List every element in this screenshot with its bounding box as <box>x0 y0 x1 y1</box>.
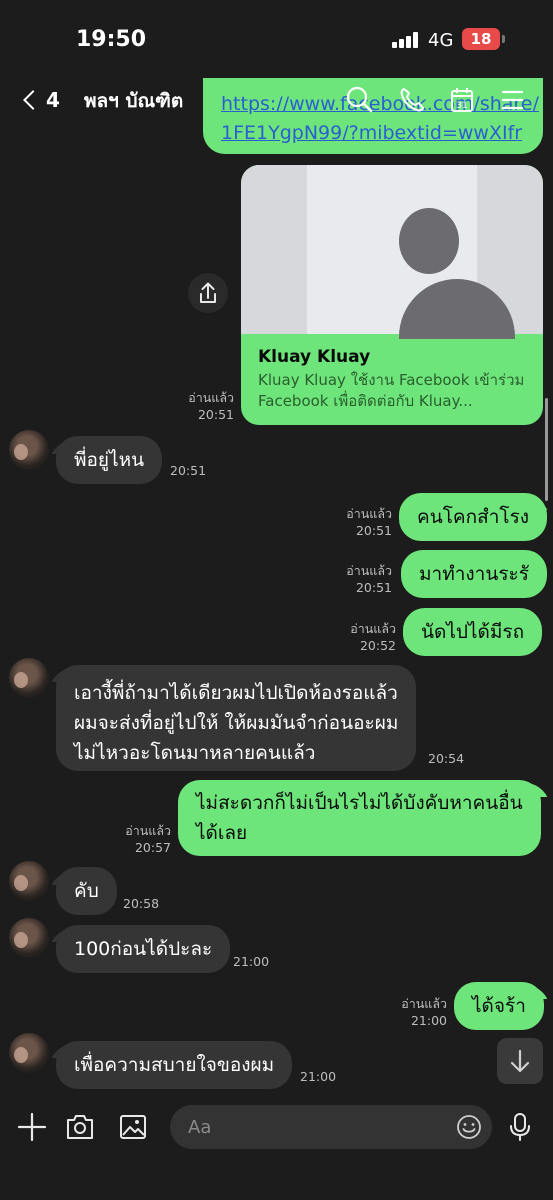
calendar-button[interactable]: 31 <box>444 82 480 118</box>
read-receipt: อ่านแล้ว 21:00 <box>401 996 447 1028</box>
chevron-left-icon <box>23 90 43 110</box>
plus-icon <box>17 1112 47 1142</box>
scroll-to-bottom-button[interactable] <box>497 1038 543 1084</box>
avatar[interactable] <box>9 861 49 901</box>
gallery-button[interactable] <box>116 1110 150 1144</box>
add-button[interactable] <box>15 1110 49 1144</box>
incoming-message[interactable]: เอางี้พี่ถ้ามาได้เดียวผมไปเปิดห้องรอแล้ว… <box>56 665 417 771</box>
message-input-container[interactable] <box>170 1105 492 1149</box>
message-time: 21:00 <box>233 954 270 969</box>
hamburger-menu-icon <box>501 90 524 110</box>
network-type: 4G <box>428 30 454 51</box>
chat-screen: https://www.facebook.com/share/ 1FE1YgpN… <box>0 0 553 1200</box>
share-icon <box>200 282 216 303</box>
image-icon <box>120 1115 146 1139</box>
signal-icon <box>392 32 420 48</box>
calendar-icon: 31 <box>451 88 473 112</box>
avatar[interactable] <box>9 918 49 958</box>
profile-placeholder-body <box>399 279 515 339</box>
voice-button[interactable] <box>503 1110 537 1144</box>
outgoing-message[interactable]: นัดไปได้มีรถ <box>403 608 543 656</box>
input-bar <box>0 1094 553 1200</box>
back-button[interactable]: 4 <box>18 82 60 118</box>
status-bar: 19:50 4G 18 <box>0 0 553 76</box>
link-url-line-2[interactable]: 1FE1YgpN99/?mibextid=wwXIfr <box>221 122 522 144</box>
search-icon <box>346 86 373 113</box>
outgoing-message[interactable]: มาทำงานระรั <box>401 550 547 598</box>
read-receipt: อ่านแล้ว 20:51 <box>346 506 392 538</box>
camera-button[interactable] <box>63 1110 97 1144</box>
message-time: 20:51 <box>170 463 207 478</box>
search-button[interactable] <box>342 82 378 118</box>
read-receipt: อ่านแล้ว 20:51 <box>346 563 392 595</box>
link-preview-card[interactable]: Kluay Kluay Kluay Kluay ใช้งาน Facebook … <box>241 165 543 425</box>
chat-header: 4 พลฯ บัณฑิต 31 <box>0 76 553 124</box>
unread-count: 4 <box>46 88 60 112</box>
scrollbar[interactable] <box>545 398 548 501</box>
message-time: 20:58 <box>123 896 160 911</box>
call-button[interactable] <box>394 82 430 118</box>
phone-icon <box>400 88 424 112</box>
avatar[interactable] <box>9 658 49 698</box>
status-time: 19:50 <box>76 27 147 52</box>
link-preview-description: Kluay Kluay ใช้งาน Facebook เข้าร่วม Fac… <box>258 371 525 410</box>
incoming-message[interactable]: 100ก่อนได้ปะละ <box>56 925 231 973</box>
message-input[interactable] <box>188 1105 448 1149</box>
avatar[interactable] <box>9 1033 49 1073</box>
emoji-icon[interactable] <box>456 1114 482 1140</box>
link-preview-title: Kluay Kluay <box>258 347 371 367</box>
outgoing-message[interactable]: ได้จร้า <box>454 982 544 1030</box>
incoming-message[interactable]: เพื่อความสบายใจของผม <box>56 1041 293 1089</box>
microphone-icon <box>510 1113 530 1141</box>
read-receipt: อ่านแล้ว 20:57 <box>125 823 171 855</box>
avatar[interactable] <box>9 430 49 470</box>
outgoing-message[interactable]: ไม่สะดวกก็ไม่เป็นไรไม่ได้บังคับหาคนอื่น … <box>178 780 541 856</box>
link-card-read-receipt: อ่านแล้ว 20:51 <box>188 390 234 422</box>
message-time: 21:00 <box>300 1069 337 1084</box>
share-button[interactable] <box>188 273 228 313</box>
chat-title[interactable]: พลฯ บัณฑิต <box>84 86 183 116</box>
menu-button[interactable] <box>494 82 530 118</box>
link-preview-image <box>241 165 543 339</box>
incoming-message[interactable]: คับ <box>56 867 117 915</box>
read-receipt: อ่านแล้ว 20:52 <box>350 621 396 653</box>
profile-placeholder-head <box>399 208 459 274</box>
message-time: 20:54 <box>428 751 465 766</box>
arrow-down-icon <box>510 1049 530 1073</box>
svg-text:31: 31 <box>456 101 467 111</box>
incoming-message[interactable]: พี่อยู่ไหน <box>56 436 163 484</box>
battery-icon: 18 <box>462 28 500 50</box>
outgoing-message[interactable]: คนโคกสำโรง <box>399 493 548 541</box>
camera-icon <box>67 1115 93 1139</box>
